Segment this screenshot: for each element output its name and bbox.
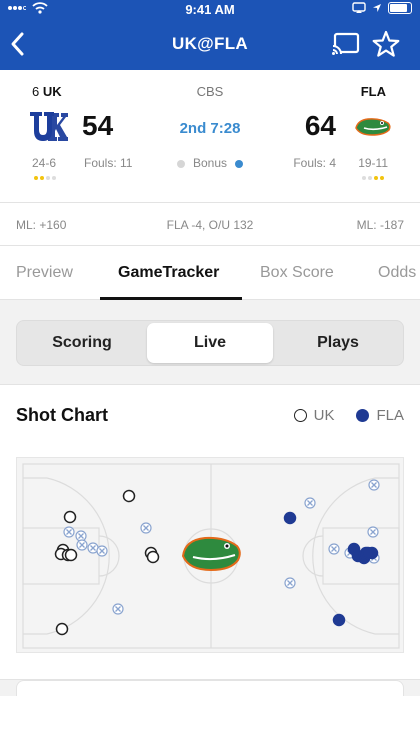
home-made-shot <box>361 546 375 560</box>
tab-gametracker[interactable]: GameTracker <box>118 264 219 282</box>
timeout-dot <box>374 176 378 180</box>
cast-icon[interactable] <box>332 32 360 56</box>
away-made-shot <box>64 548 78 562</box>
status-bar: 9:41 AM <box>0 0 420 20</box>
home-moneyline: ML: -187 <box>356 218 404 232</box>
tab-box-score[interactable]: Box Score <box>260 264 334 282</box>
tab-preview[interactable]: Preview <box>16 264 73 282</box>
away-made-shot <box>63 510 77 524</box>
game-tabs: Preview GameTracker Box Score Odds <box>0 246 420 300</box>
bonus-indicator: Bonus <box>0 156 420 170</box>
battery-icon <box>388 2 412 14</box>
away-missed-shot <box>140 522 152 534</box>
bottom-spacer <box>0 696 420 750</box>
legend-away-label: UK <box>313 407 335 424</box>
home-missed-shot <box>284 577 296 589</box>
timeout-dot <box>40 176 44 180</box>
legend-home-label: FLA <box>376 407 404 424</box>
favorite-star-icon[interactable] <box>372 30 400 58</box>
navigation-bar: UK@FLA <box>0 24 420 64</box>
away-made-shot <box>122 489 136 503</box>
timeout-dot <box>380 176 384 180</box>
shot-chart-card: Shot Chart UK FLA <box>0 384 420 680</box>
segment-plays[interactable]: Plays <box>275 323 401 363</box>
segment-scoring[interactable]: Scoring <box>19 323 145 363</box>
timeout-dot <box>34 176 38 180</box>
gametracker-content: Scoring Live Plays Shot Chart UK FLA <box>0 300 420 750</box>
timeout-dot <box>362 176 366 180</box>
basketball-court <box>16 457 404 653</box>
away-made-shot <box>55 622 69 636</box>
bonus-label: Bonus <box>192 156 228 170</box>
header-bar: 9:41 AM UK@FLA <box>0 0 420 70</box>
timeout-dot <box>52 176 56 180</box>
florida-gator-logo-icon <box>355 118 391 136</box>
screen-mirroring-icon <box>352 2 366 13</box>
home-made-shot <box>283 511 297 525</box>
away-bonus-dot <box>176 159 185 168</box>
timeout-dot <box>46 176 50 180</box>
app-screen: 9:41 AM UK@FLA 6 UK CBS FLA 54 2nd 7:28 … <box>0 0 420 750</box>
legend-home-marker <box>356 409 370 422</box>
broadcast-network: CBS <box>196 84 224 99</box>
home-timeouts <box>362 176 384 180</box>
home-made-shot <box>332 613 346 627</box>
scoreboard: 6 UK CBS FLA 54 2nd 7:28 64 24-6 Fouls: … <box>0 70 420 202</box>
home-missed-shot <box>367 526 379 538</box>
shot-chart-legend: UK FLA <box>293 407 404 424</box>
away-timeouts <box>34 176 56 180</box>
court-diagram <box>22 463 400 649</box>
timeout-dot <box>368 176 372 180</box>
away-missed-shot <box>96 545 108 557</box>
shot-chart-title: Shot Chart <box>16 405 108 425</box>
home-bonus-dot <box>235 159 244 168</box>
odds-row: ML: +160 FLA -4, O/U 132 ML: -187 <box>0 202 420 246</box>
home-fouls: Fouls: 4 <box>293 156 336 170</box>
home-missed-shot <box>304 497 316 509</box>
home-score: 64 <box>304 110 336 141</box>
away-missed-shot <box>76 539 88 551</box>
status-right <box>352 2 412 14</box>
away-missed-shot <box>63 526 75 538</box>
away-made-shot <box>146 550 160 564</box>
away-missed-shot <box>112 603 124 615</box>
segment-live[interactable]: Live <box>147 323 273 363</box>
home-team-abbr: FLA <box>360 84 386 99</box>
legend-away-marker <box>293 409 307 422</box>
view-segmented-control: Scoring Live Plays <box>16 320 404 366</box>
center-court-logo-icon <box>181 536 241 572</box>
location-arrow-icon <box>373 4 381 12</box>
home-missed-shot <box>368 479 380 491</box>
home-missed-shot <box>328 543 340 555</box>
tab-odds[interactable]: Odds <box>378 264 416 282</box>
home-record: 19-11 <box>358 156 388 170</box>
